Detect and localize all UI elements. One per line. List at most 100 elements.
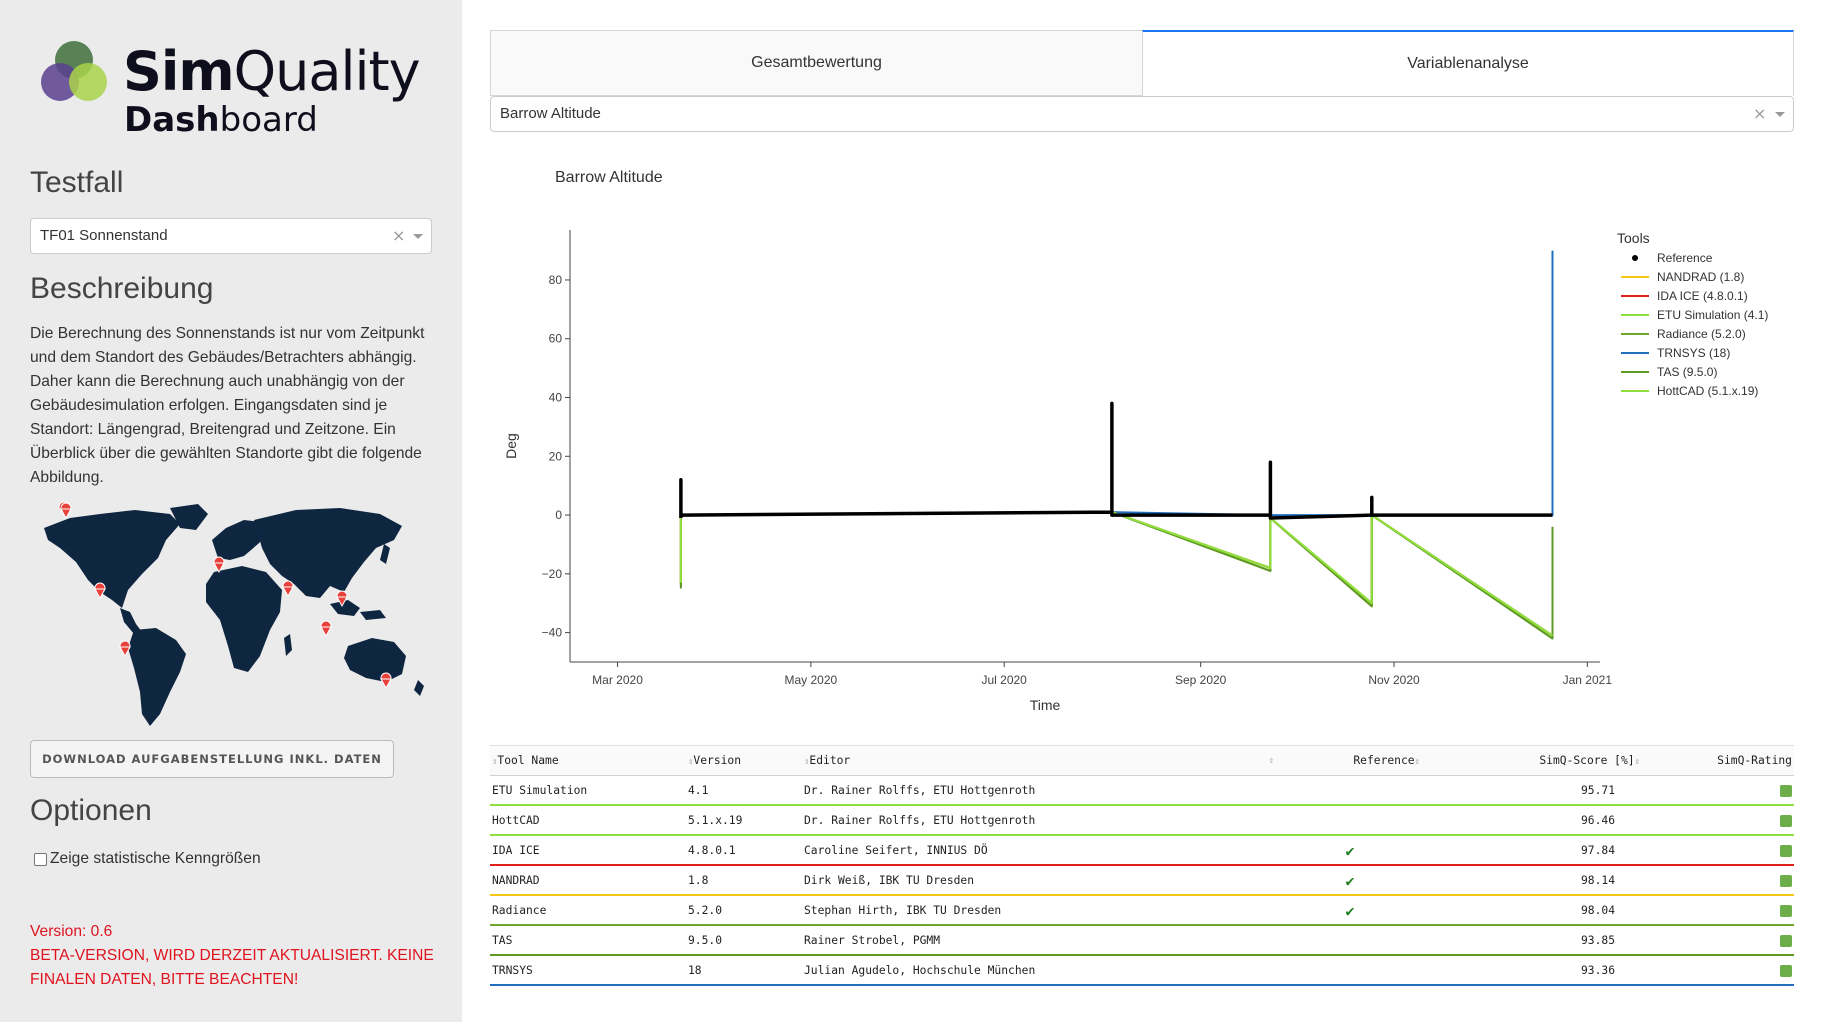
sort-icon[interactable]: ⇕ [1635,757,1640,767]
check-icon: ✔ [1345,842,1355,860]
header-label: SimQ-Score [%] [1539,754,1635,767]
cell-version: 1.8 [688,874,709,887]
table-row[interactable]: NANDRAD 1.8 Dirk Weiß, IBK TU Dresden ✔ 98.1… [490,866,1794,896]
legend-item: TRNSYS (18) [1657,346,1730,360]
rating-indicator [1780,845,1792,857]
table-header: ⇕Tool Name ⇕Version ⇕Editor ⇕ Reference⇕ SimQ… [490,745,1794,776]
description-text: Die Berechnung des Sonnenstands ist nur … [30,325,425,486]
legend-title: Tools [1617,230,1650,246]
cell-version: 5.1.x.19 [688,814,743,827]
stats-checkbox-label: Zeige statistische Kenngrößen [50,850,261,867]
rating-indicator [1780,935,1792,947]
tab-bar: Gesamtbewertung Variablenanalyse [490,30,1794,96]
legend-item: IDA ICE (4.8.0.1) [1657,289,1748,303]
rating-indicator [1780,815,1792,827]
cell-tool-name: TRNSYS [492,964,533,977]
cell-reference: ✔ [1280,866,1420,898]
series-line-trnsys [680,250,1554,517]
logo-subtitle: Dashboard [124,100,318,140]
y-tick-label: 40 [549,391,563,405]
cell-tool-name: ETU Simulation [492,784,588,797]
logo-word-bold: Sim [123,40,235,103]
cell-simq-score: 98.04 [1580,904,1615,917]
cell-editor: Dr. Rainer Rolffs, ETU Hottgenroth [804,814,1036,827]
cell-version: 4.1 [688,784,709,797]
header-simq-rating[interactable]: SimQ-Rating [1650,746,1792,776]
table-body: ETU Simulation 4.1 Dr. Rainer Rolffs, ETU … [490,776,1794,986]
cell-simq-score: 98.14 [1580,874,1615,887]
stats-checkbox[interactable] [34,852,47,866]
cell-reference: ✔ [1280,896,1420,928]
x-tick-label: May 2020 [785,673,838,687]
header-simq-score[interactable]: SimQ-Score [%]⇕ [1430,746,1640,777]
series-line-etu [679,402,1554,637]
sort-icon[interactable]: ⇕ [1269,746,1274,776]
clear-icon[interactable]: × [392,226,405,245]
cell-simq-rating [1650,866,1792,896]
app-logo: SimQuality Dashboard [38,30,438,142]
x-tick-label: Mar 2020 [592,673,643,687]
variable-select[interactable]: Barrow Altitude × [490,96,1794,132]
check-icon: ✔ [1345,872,1355,890]
x-tick-label: Jan 2021 [1563,673,1613,687]
header-label: SimQ-Rating [1717,754,1792,767]
download-button[interactable]: DOWNLOAD AUFGABENSTELLUNG INKL. DATEN [30,740,394,778]
legend-item: NANDRAD (1.8) [1657,270,1744,284]
table-row[interactable]: TRNSYS 18 Julian Agudelo, Hochschule Münch… [490,956,1794,986]
venn-logo-icon [41,41,107,101]
header-reference[interactable]: Reference⇕ [1280,746,1420,777]
cell-editor: Julian Agudelo, Hochschule München [804,964,1036,977]
beschreibung-heading: Beschreibung [30,272,214,305]
series-line-radiance [679,402,1554,640]
cell-editor: Dirk Weiß, IBK TU Dresden [804,874,975,887]
y-tick-label: 20 [549,449,563,463]
series-line-ida [679,402,1554,637]
table-row[interactable]: ETU Simulation 4.1 Dr. Rainer Rolffs, ETU … [490,776,1794,806]
cell-editor: Dr. Rainer Rolffs, ETU Hottgenroth [804,784,1036,797]
sort-icon[interactable]: ⇕ [1415,757,1420,767]
cell-simq-score: 97.84 [1580,844,1615,857]
cell-simq-rating [1650,896,1792,926]
table-row[interactable]: IDA ICE 4.8.0.1 Caroline Seifert, INNIUS D… [490,836,1794,866]
chart-title: Barrow Altitude [555,169,663,186]
y-tick-label: 0 [555,508,562,522]
cell-simq-rating [1650,956,1792,986]
chevron-down-icon[interactable] [413,234,423,239]
rating-indicator [1780,905,1792,917]
x-tick-label: Nov 2020 [1368,673,1420,687]
y-axis-title: Deg [503,433,519,459]
version-text: Version: 0.6 [30,923,113,940]
rating-indicator [1780,965,1792,977]
header-label: Tool Name [497,754,559,767]
tab-variablenanalyse[interactable]: Variablenanalyse [1142,30,1794,96]
testfall-heading: Testfall [30,166,124,199]
check-icon: ✔ [1345,902,1355,920]
series-line-hottcad [679,402,1554,637]
y-tick-label: −40 [542,626,563,640]
cell-tool-name: Radiance [492,904,547,917]
header-editor[interactable]: ⇕Editor ⇕ [804,746,1274,777]
header-label: Version [693,754,742,767]
cell-version: 4.8.0.1 [688,844,736,857]
stats-option[interactable]: Zeige statistische Kenngrößen [34,850,261,868]
header-tool-name[interactable]: ⇕Tool Name [492,746,682,777]
tab-gesamtbewertung[interactable]: Gesamtbewertung [490,30,1142,96]
testfall-select[interactable]: TF01 Sonnenstand × [30,218,432,254]
legend-item: Reference [1657,251,1713,265]
chart-area: Barrow Altitude 80 60 40 20 0 −20 −40 Mar 2020 Ma… [490,150,1800,730]
x-tick-label: Jul 2020 [981,673,1027,687]
cell-reference: ✔ [1280,836,1420,868]
logo-word-rest: Quality [233,40,421,103]
optionen-heading: Optionen [30,794,152,827]
cell-editor: Caroline Seifert, INNIUS DÖ [804,844,988,857]
table-row[interactable]: TAS 9.5.0 Rainer Strobel, PGMM 93.85 [490,926,1794,956]
cell-simq-rating [1650,806,1792,836]
table-row[interactable]: HottCAD 5.1.x.19 Dr. Rainer Rolffs, ETU Ho… [490,806,1794,836]
header-version[interactable]: ⇕Version [688,746,798,777]
cell-simq-rating [1650,776,1792,806]
clear-icon[interactable]: × [1753,104,1766,123]
cell-tool-name: HottCAD [492,814,540,827]
chevron-down-icon[interactable] [1775,112,1785,117]
series-line-tas [679,402,1554,640]
table-row[interactable]: Radiance 5.2.0 Stephan Hirth, IBK TU Dresd… [490,896,1794,926]
